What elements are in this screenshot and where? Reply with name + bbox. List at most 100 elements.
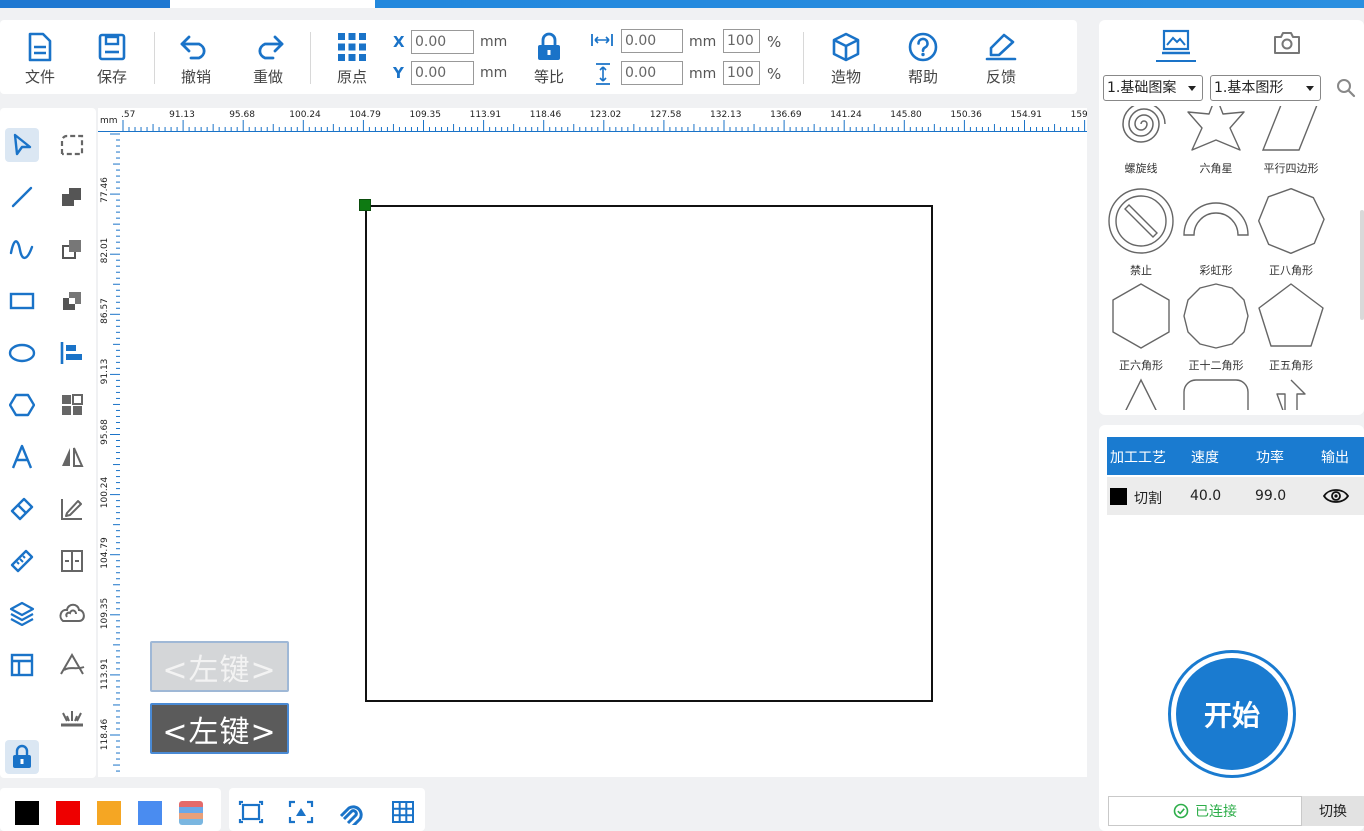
shape-octagon[interactable]: 正八角形 <box>1253 187 1329 279</box>
align-tool[interactable] <box>55 336 89 370</box>
canvas-rectangle-shape[interactable] <box>365 205 933 702</box>
array-tool[interactable] <box>55 388 89 422</box>
start-button[interactable]: 开始 <box>1168 650 1296 778</box>
angle-pen-icon <box>60 653 85 675</box>
draw-edit-tool[interactable] <box>55 492 89 526</box>
library-scrollbar[interactable] <box>1360 210 1364 320</box>
distribute-icon <box>61 550 83 572</box>
origin-button[interactable]: 原点 <box>324 30 380 90</box>
toolbar-divider <box>310 32 311 84</box>
x-input[interactable]: 0.00 <box>411 30 474 54</box>
save-button[interactable]: 保存 <box>84 30 140 90</box>
eraser-tool[interactable] <box>5 492 39 526</box>
width-percent-input[interactable]: 100 <box>723 29 760 53</box>
shape-hexagon[interactable]: 正六角形 <box>1103 282 1179 374</box>
color-swatch-blue[interactable] <box>138 801 162 825</box>
dashed-corner-icon <box>60 134 84 156</box>
lock-canvas-button[interactable] <box>5 740 39 774</box>
shape-forbidden[interactable]: 禁止 <box>1103 187 1179 279</box>
eye-icon[interactable] <box>1322 487 1350 505</box>
union-tool[interactable] <box>55 180 89 214</box>
measure-tool[interactable] <box>5 544 39 578</box>
shape-dodecagon[interactable]: 正十二角形 <box>1178 282 1254 374</box>
y-unit: mm <box>480 65 508 81</box>
help-label: 帮助 <box>907 68 938 86</box>
redo-button[interactable]: 重做 <box>240 30 296 90</box>
ellipse-tool[interactable] <box>5 336 39 370</box>
redo-icon <box>251 30 285 64</box>
connection-status-text: 已连接 <box>1195 804 1237 820</box>
angle-tool[interactable] <box>55 648 89 682</box>
shape-rainbow[interactable]: 彩虹形 <box>1178 187 1254 279</box>
fit-view-button[interactable] <box>237 798 265 826</box>
help-button[interactable]: 帮助 <box>895 30 951 90</box>
grid-toggle-button[interactable] <box>389 798 417 826</box>
toolbar-divider <box>803 32 804 84</box>
shape-spiral[interactable]: 螺旋线 <box>1103 106 1179 186</box>
layout-tool[interactable] <box>5 648 39 682</box>
laser-tool[interactable] <box>55 700 89 734</box>
ruler-label: 132.13 <box>710 110 742 120</box>
process-row[interactable]: 切割 40.0 99.0 <box>1107 477 1364 515</box>
subtract-tool[interactable] <box>55 232 89 266</box>
shape-six-star[interactable]: 六角星 <box>1178 106 1254 186</box>
chevron-down-icon <box>1188 86 1196 91</box>
width-input[interactable]: 0.00 <box>621 29 683 53</box>
shape-triangle[interactable] <box>1103 376 1179 410</box>
text-tool[interactable] <box>5 440 39 474</box>
curve-tool[interactable] <box>5 232 39 266</box>
category-select[interactable]: 1.基础图案 <box>1103 75 1203 101</box>
color-swatch-red[interactable] <box>56 801 80 825</box>
shape-label: 螺旋线 <box>1124 162 1158 175</box>
polygon-tool[interactable] <box>5 388 39 422</box>
layer-color-swatch[interactable] <box>1110 488 1127 505</box>
ruler-label: 113.91 <box>100 658 110 690</box>
color-swatch-orange[interactable] <box>97 801 121 825</box>
eraser-icon <box>10 497 34 521</box>
layers-tool[interactable] <box>5 596 39 630</box>
color-swatch-black[interactable] <box>15 801 39 825</box>
y-input[interactable]: 0.00 <box>411 61 474 85</box>
search-icon[interactable] <box>1336 78 1356 98</box>
undo-label: 撤销 <box>180 68 211 86</box>
height-percent-input[interactable]: 100 <box>723 61 760 85</box>
feedback-button[interactable]: 反馈 <box>973 30 1029 90</box>
line-tool[interactable] <box>5 180 39 214</box>
forbidden-icon <box>1108 188 1174 254</box>
shape-rounded-rect[interactable] <box>1178 376 1254 410</box>
create-button[interactable]: 造物 <box>818 30 874 90</box>
rectangle-tool[interactable] <box>5 284 39 318</box>
left-tool-panel <box>0 108 96 778</box>
tab-camera[interactable] <box>1267 24 1307 62</box>
ruler-unit: mm <box>100 116 118 126</box>
lock-ratio-button[interactable]: 等比 <box>521 30 577 90</box>
shape-arrow-up[interactable] <box>1253 376 1329 410</box>
file-button[interactable]: 文件 <box>12 30 68 90</box>
cursor-arrow-icon <box>13 133 32 156</box>
focus-selection-button[interactable] <box>287 798 315 826</box>
snap-magnet-button[interactable] <box>337 798 365 826</box>
header-speed: 速度 <box>1191 450 1219 466</box>
more-colors-swatch[interactable] <box>179 801 203 825</box>
undo-button[interactable]: 撤销 <box>168 30 224 90</box>
distribute-tool[interactable] <box>55 544 89 578</box>
tab-image-library[interactable] <box>1156 24 1196 62</box>
height-input[interactable]: 0.00 <box>621 61 683 85</box>
switch-button[interactable]: 切换 <box>1302 796 1364 826</box>
shape-parallelogram[interactable]: 平行四边形 <box>1253 106 1329 186</box>
horizontal-ruler: .57 91.13 95.68 100.24 104.79 109.35 113.91 118… <box>98 108 1087 132</box>
subcategory-select[interactable]: 1.基本图形 <box>1210 75 1321 101</box>
save-label: 保存 <box>96 68 127 86</box>
shape-pentagon[interactable]: 正五角形 <box>1253 282 1329 374</box>
offset-tool[interactable] <box>55 596 89 630</box>
triangle-icon <box>1125 378 1157 410</box>
left-key-hint-dark: <左键> <box>150 703 289 754</box>
mirror-tool[interactable] <box>55 440 89 474</box>
horizontal-ruler-ticks: .57 91.13 95.68 100.24 104.79 109.35 113.91 118… <box>98 110 1087 132</box>
process-speed[interactable]: 40.0 <box>1190 488 1221 504</box>
select-tool[interactable] <box>5 128 39 162</box>
intersect-tool[interactable] <box>55 284 89 318</box>
origin-anchor-handle[interactable] <box>359 199 371 211</box>
process-power[interactable]: 99.0 <box>1255 488 1286 504</box>
node-edit-tool[interactable] <box>55 128 89 162</box>
